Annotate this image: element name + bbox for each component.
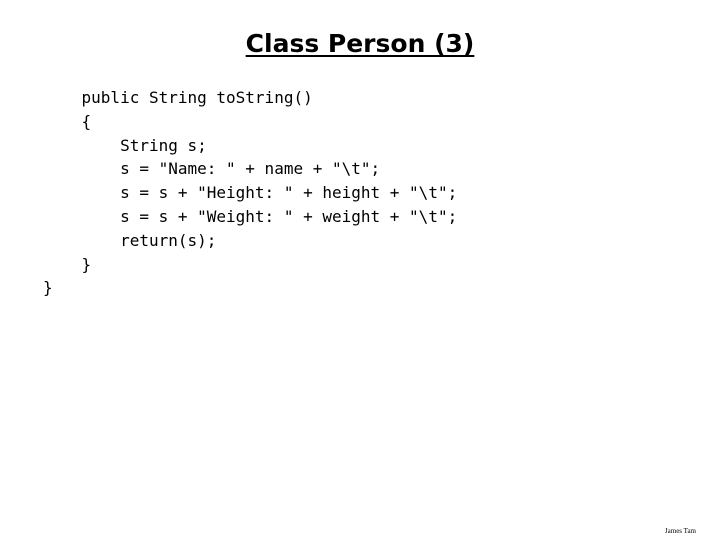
code-line: s = s + "Weight: " + weight + "\t";: [43, 206, 458, 226]
code-line: {: [43, 111, 92, 131]
slide-title-text: Class Person (3): [245, 29, 475, 58]
code-line: String s;: [43, 135, 207, 155]
code-line: public String toString(): [43, 88, 313, 107]
code-line: }: [43, 278, 53, 298]
code-line: s = "Name: " + name + "\t";: [43, 159, 381, 179]
code-line: }: [43, 254, 92, 274]
code-line: return(s);: [43, 230, 217, 250]
code-block: public String toString() { String s; s =…: [43, 86, 457, 300]
code-line: s = s + "Height: " + height + "\t";: [43, 183, 458, 203]
footer-credit: James Tam: [664, 527, 696, 535]
slide-title: Class Person (3): [0, 26, 720, 62]
